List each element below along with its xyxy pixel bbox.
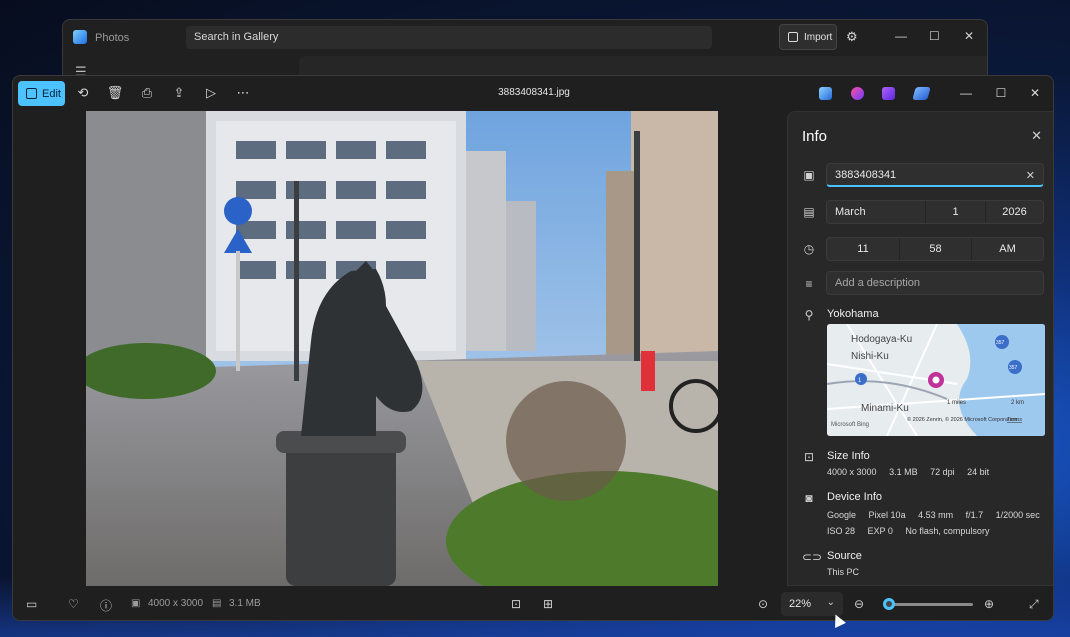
photos-app-icon[interactable] <box>819 87 832 100</box>
gallery-maximize-button[interactable]: ☐ <box>929 29 940 43</box>
location-map[interactable]: Hodogaya-Ku Nishi-Ku Minami-Ku 1 357 357… <box>827 324 1045 436</box>
map-route-357b: 357 <box>1009 365 1018 371</box>
device-info-line1: Google Pixel 10a 4.53 mm f/1.7 1/2000 se… <box>827 510 1050 520</box>
import-button[interactable]: Import <box>779 24 837 50</box>
image-dimensions: 4000 x 3000 <box>148 598 204 609</box>
size-info-values: 4000 x 3000 3.1 MB 72 dpi 24 bit <box>827 467 999 477</box>
device-flash: No flash, compulsory <box>905 526 990 536</box>
viewer-toolbar: Edit ⟲ 🗑 ⎙ ⇪ ▷ ⋯ 3883408341.jpg — ☐ ✕ <box>13 76 1053 110</box>
maximize-button[interactable]: ☐ <box>994 86 1008 100</box>
source-value: This PC <box>827 567 860 577</box>
device-aperture: f/1.7 <box>965 510 984 520</box>
disk-icon: ▤ <box>212 598 222 609</box>
zoom-slider-thumb[interactable] <box>882 598 895 610</box>
chevron-down-icon: ⌄ <box>826 597 835 608</box>
device-make: Google <box>827 510 857 520</box>
close-button[interactable]: ✕ <box>1028 86 1042 100</box>
actual-size-icon[interactable]: ⊙ <box>758 597 768 611</box>
info-icon[interactable]: ⓘ <box>100 597 112 614</box>
date-picker[interactable]: March 1 2026 <box>826 200 1044 224</box>
date-day[interactable]: 1 <box>926 201 986 223</box>
date-year[interactable]: 2026 <box>986 201 1043 223</box>
photos-app-icon <box>73 30 87 44</box>
link-icon: ⊂⊃ <box>802 550 823 564</box>
size-info-label: Size Info <box>827 450 870 462</box>
device-model: Pixel 10a <box>868 510 906 520</box>
visual-search-icon[interactable]: ⊡ <box>511 597 521 611</box>
text-extract-icon[interactable]: ⊞ <box>543 597 553 611</box>
image-filesize: 3.1 MB <box>229 598 261 609</box>
calendar-icon: ▤ <box>803 205 815 219</box>
clear-icon[interactable]: ✕ <box>1026 169 1035 182</box>
gallery-title: Photos <box>95 32 130 44</box>
time-minute[interactable]: 58 <box>900 238 972 260</box>
info-title: Info <box>802 128 828 145</box>
zoom-slider[interactable] <box>885 603 973 606</box>
map-label-nishi: Nishi-Ku <box>851 351 889 362</box>
size-dimensions: 4000 x 3000 <box>827 467 877 477</box>
favorite-heart-icon[interactable]: ♡ <box>68 597 79 611</box>
clipchamp-app-icon[interactable] <box>882 87 895 100</box>
date-month[interactable]: March <box>827 201 926 223</box>
description-input[interactable]: Add a description <box>826 271 1044 295</box>
map-scale-miles: 1 miles <box>947 400 966 406</box>
import-label: Import <box>804 32 833 43</box>
description-icon: ≡ <box>805 277 813 291</box>
bottom-bar: ▭ ♡ ⓘ ▣ 4000 x 3000 ▤ 3.1 MB ⊡ ⊞ ⊙ 22% ⌄… <box>13 586 1053 620</box>
zoom-out-icon[interactable]: ⊖ <box>854 597 864 611</box>
device-info-line2: ISO 28 EXP 0 No flash, compulsory <box>827 526 999 536</box>
map-label-minami: Minami-Ku <box>861 403 909 414</box>
file-name-field[interactable]: 3883408341 ✕ <box>826 163 1044 187</box>
source-label: Source <box>827 550 862 562</box>
size-info-icon: ⊡ <box>803 450 815 464</box>
designer-app-icon[interactable] <box>851 87 864 100</box>
gallery-search-input[interactable]: Search in Gallery <box>186 26 712 49</box>
time-picker[interactable]: 11 58 AM <box>826 237 1044 261</box>
size-dpi: 72 dpi <box>930 467 955 477</box>
fullscreen-icon[interactable]: ⤢ <box>1029 597 1039 612</box>
location-name: Yokohama <box>827 308 879 320</box>
location-icon: ⚲ <box>804 308 814 322</box>
device-exp: EXP 0 <box>867 526 893 536</box>
device-iso: ISO 28 <box>827 526 856 536</box>
file-name: 3883408341.jpg <box>498 87 570 98</box>
size-filesize: 3.1 MB <box>889 467 918 477</box>
photo-display[interactable] <box>86 111 718 586</box>
info-close-icon[interactable]: ✕ <box>1031 128 1042 144</box>
zoom-value: 22% <box>789 598 812 610</box>
device-shutter: 1/2000 sec <box>995 510 1040 520</box>
time-period[interactable]: AM <box>972 238 1043 260</box>
clock-icon: ◷ <box>803 242 815 256</box>
map-scale-km: 2 km <box>1011 400 1024 406</box>
map-terms-link[interactable]: Terms <box>1007 417 1022 423</box>
size-bits: 24 bit <box>967 467 990 477</box>
image-size-icon: ▣ <box>131 598 141 609</box>
minimize-button[interactable]: — <box>959 86 973 100</box>
map-route-357a: 357 <box>996 340 1005 346</box>
gallery-close-button[interactable]: ✕ <box>964 29 974 43</box>
zoom-in-icon[interactable]: ⊕ <box>984 597 994 611</box>
onedrive-app-icon[interactable] <box>912 87 931 100</box>
gallery-minimize-button[interactable]: — <box>895 29 907 43</box>
filmstrip-icon[interactable]: ▭ <box>26 597 37 611</box>
time-hour[interactable]: 11 <box>827 238 900 260</box>
map-provider: Microsoft Bing <box>831 422 869 428</box>
street-photo <box>86 111 718 586</box>
map-label-hodogaya: Hodogaya-Ku <box>851 334 912 345</box>
map-graphic: Hodogaya-Ku Nishi-Ku Minami-Ku 1 357 357… <box>827 324 1045 436</box>
import-icon <box>788 32 798 42</box>
device-info-label: Device Info <box>827 491 883 503</box>
file-name-value: 3883408341 <box>835 169 897 181</box>
zoom-dropdown[interactable]: 22% ⌄ <box>781 592 843 616</box>
photo-viewer-window: Edit ⟲ 🗑 ⎙ ⇪ ▷ ⋯ 3883408341.jpg — ☐ ✕ In… <box>12 75 1054 621</box>
info-panel: Info ✕ ▣ 3883408341 ✕ ▤ March 1 2026 ◷ 1… <box>787 111 1053 586</box>
map-attribution: © 2026 Zenrin, © 2026 Microsoft Corporat… <box>907 416 1017 423</box>
camera-icon: ◙ <box>805 491 813 505</box>
device-focal: 4.53 mm <box>918 510 954 520</box>
image-icon: ▣ <box>803 168 815 182</box>
settings-gear-icon[interactable]: ⚙ <box>846 29 858 45</box>
